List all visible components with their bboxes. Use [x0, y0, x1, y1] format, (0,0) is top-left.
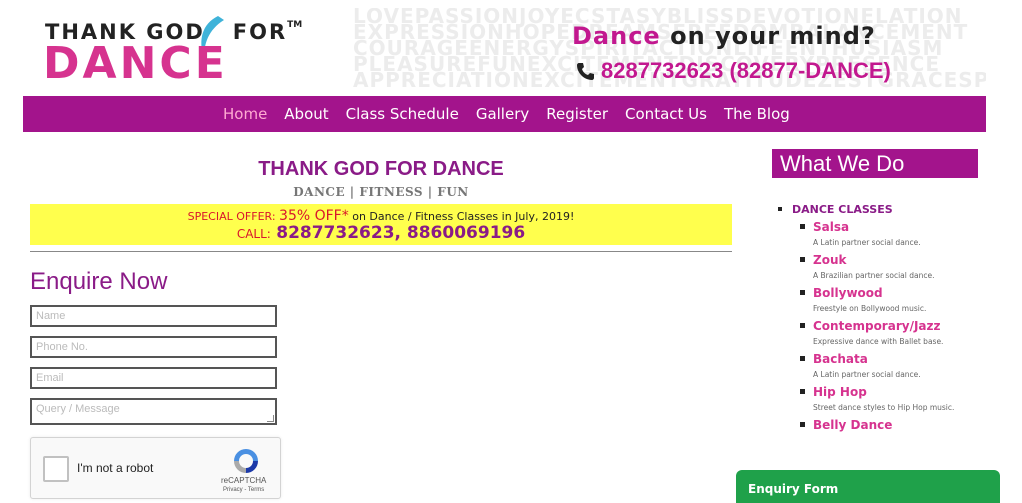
- class-description: Freestyle on Bollywood music.: [813, 304, 927, 313]
- offer-call-line: CALL: 8287732623, 8860069196: [236, 223, 526, 243]
- class-description: A Latin partner social dance.: [813, 238, 921, 247]
- logo-bottom-text: DANCE: [43, 38, 228, 89]
- class-item-hip-hop: Hip Hop Street dance styles to Hip Hop m…: [772, 385, 982, 413]
- nav-register[interactable]: Register: [546, 105, 608, 123]
- recaptcha-checkbox[interactable]: [43, 456, 69, 482]
- class-item-belly-dance: Belly Dance: [772, 418, 982, 433]
- class-item-contemporary-jazz: Contemporary/Jazz Expressive dance with …: [772, 319, 982, 347]
- recaptcha-label: I'm not a robot: [77, 461, 154, 475]
- phone-field[interactable]: Phone No.: [30, 336, 277, 358]
- main-content: THANK GOD FOR DANCE DANCE | FITNESS | FU…: [30, 150, 732, 425]
- class-link[interactable]: Zouk: [813, 253, 982, 268]
- sidebar-list: DANCE CLASSES Salsa A Latin partner soci…: [772, 203, 982, 433]
- site-header: LOVEPASSIONJOYECSTASYBLISSDEVOTIONELATIO…: [23, 6, 986, 96]
- class-link[interactable]: Salsa: [813, 220, 982, 235]
- class-link[interactable]: Contemporary/Jazz: [813, 319, 982, 334]
- name-field[interactable]: Name: [30, 305, 277, 327]
- phone-icon: [577, 63, 594, 80]
- page-subtitle: DANCE | FITNESS | FUN: [293, 185, 469, 199]
- nav-class-schedule[interactable]: Class Schedule: [346, 105, 459, 123]
- sidebar-category: DANCE CLASSES Salsa A Latin partner soci…: [772, 203, 982, 433]
- header-tagline: Dance on your mind?: [572, 22, 876, 50]
- resize-grip-icon[interactable]: [267, 415, 274, 422]
- divider: [30, 251, 732, 252]
- nav-home[interactable]: Home: [223, 105, 267, 123]
- class-link[interactable]: Bollywood: [813, 286, 982, 301]
- recaptcha-widget: I'm not a robot reCAPTCHA Privacy - Term…: [30, 437, 281, 499]
- class-description: A Brazilian partner social dance.: [813, 271, 935, 280]
- main-navigation: Home About Class Schedule Gallery Regist…: [23, 96, 986, 132]
- sidebar-title: What We Do: [772, 149, 978, 178]
- enquire-title: Enquire Now: [30, 268, 168, 295]
- special-offer-banner: SPECIAL OFFER: 35% OFF* on Dance / Fitne…: [30, 204, 732, 245]
- class-item-bollywood: Bollywood Freestyle on Bollywood music.: [772, 286, 982, 314]
- recaptcha-privacy-terms[interactable]: Privacy - Terms: [223, 487, 264, 493]
- class-description: Expressive dance with Ballet base.: [813, 337, 944, 346]
- email-field[interactable]: Email: [30, 367, 277, 389]
- class-link[interactable]: Belly Dance: [813, 418, 982, 433]
- category-dance-classes[interactable]: DANCE CLASSES: [772, 203, 982, 216]
- recaptcha-brand: reCAPTCHA: [221, 476, 267, 485]
- nav-contact-us[interactable]: Contact Us: [625, 105, 707, 123]
- class-description: A Latin partner social dance.: [813, 370, 921, 379]
- nav-the-blog[interactable]: The Blog: [724, 105, 790, 123]
- site-logo[interactable]: THANK GOD FORTM DANCE: [43, 16, 302, 90]
- nav-about[interactable]: About: [284, 105, 328, 123]
- class-link[interactable]: Bachata: [813, 352, 982, 367]
- class-item-zouk: Zouk A Brazilian partner social dance.: [772, 253, 982, 281]
- page-title: THANK GOD FOR DANCE: [258, 158, 504, 180]
- sidebar: What We Do DANCE CLASSES Salsa A Latin p…: [772, 149, 982, 438]
- class-list: Salsa A Latin partner social dance. Zouk…: [772, 220, 982, 433]
- recaptcha-logo-icon: [234, 449, 258, 473]
- class-item-salsa: Salsa A Latin partner social dance.: [772, 220, 982, 248]
- class-item-bachata: Bachata A Latin partner social dance.: [772, 352, 982, 380]
- offer-phone-numbers[interactable]: 8287732623, 8860069196: [276, 223, 525, 243]
- class-description: Street dance styles to Hip Hop music.: [813, 403, 955, 412]
- class-link[interactable]: Hip Hop: [813, 385, 982, 400]
- header-phone[interactable]: 8287732623 (82877-DANCE): [575, 58, 891, 84]
- enquiry-form-tab[interactable]: Enquiry Form: [736, 470, 1000, 503]
- offer-text: SPECIAL OFFER: 35% OFF* on Dance / Fitne…: [187, 208, 575, 224]
- message-field[interactable]: Query / Message: [30, 398, 277, 425]
- nav-gallery[interactable]: Gallery: [476, 105, 529, 123]
